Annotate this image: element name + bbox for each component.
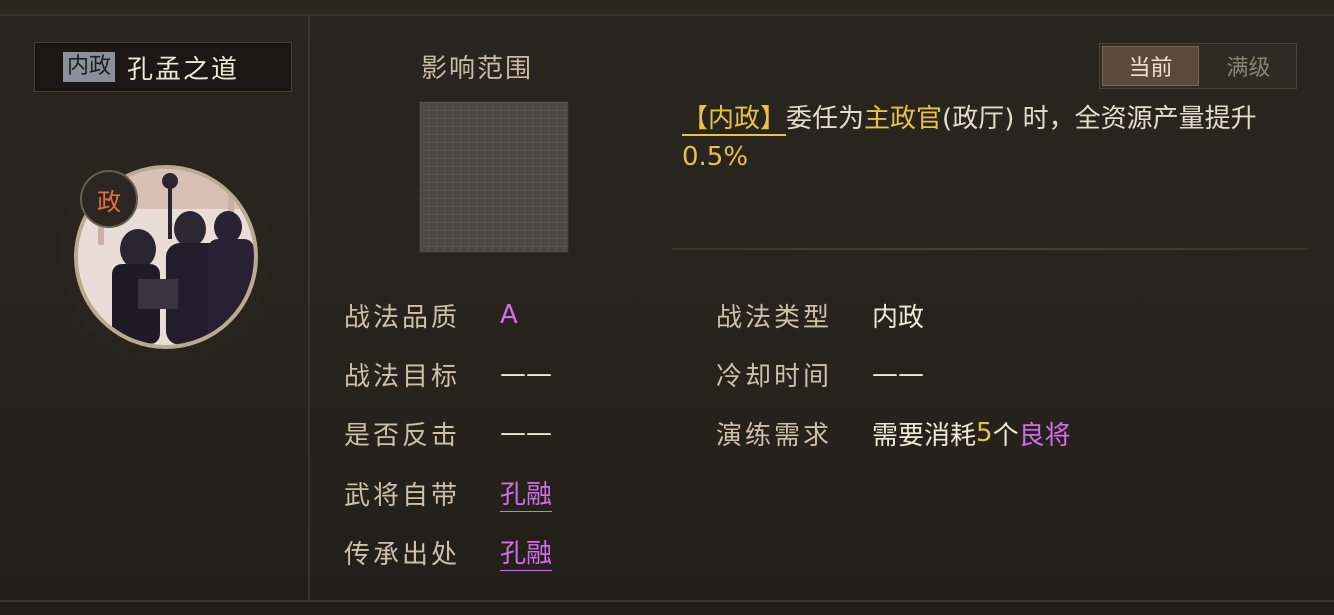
requirement-mid: 个 <box>992 420 1019 451</box>
range-grid <box>419 101 569 253</box>
stat-owner-row: 武将自带 孔融 <box>344 474 553 512</box>
stat-quality-row: 战法品质 A <box>344 296 518 334</box>
stat-label: 武将自带 <box>344 480 461 511</box>
skill-name-box: 内政 孔孟之道 <box>34 42 292 92</box>
owner-general-link[interactable]: 孔融 <box>500 474 553 512</box>
bottom-border <box>0 600 1334 602</box>
requirement-item: 良将 <box>1018 420 1071 451</box>
stat-requirement-row: 演练需求 需要消耗 5 个良将 <box>716 414 1071 452</box>
toggle-current-button[interactable]: 当前 <box>1102 46 1199 86</box>
toggle-max-button[interactable]: 满级 <box>1201 44 1296 88</box>
description-highlight-value: 0.5% <box>682 142 749 172</box>
requirement-count: 5 <box>976 418 993 448</box>
level-toggle: 当前 满级 <box>1099 43 1297 89</box>
description-part2: (政厅) 时，全资源产量提升 <box>942 104 1257 134</box>
stat-counter-row: 是否反击 —— <box>344 414 552 452</box>
stat-cooldown-row: 冷却时间 —— <box>716 355 924 393</box>
range-title: 影响范围 <box>421 54 534 84</box>
stat-value: —— <box>500 359 552 389</box>
stat-label: 战法目标 <box>344 361 461 392</box>
description-part1: 委任为 <box>786 104 865 134</box>
stat-label: 冷却时间 <box>716 361 833 392</box>
stat-label: 是否反击 <box>344 420 461 451</box>
requirement-prefix: 需要消耗 <box>872 420 977 451</box>
skill-name: 孔孟之道 <box>127 54 240 85</box>
stat-source-row: 传承出处 孔融 <box>344 533 553 571</box>
stat-value: A <box>500 300 518 330</box>
source-general-link[interactable]: 孔融 <box>500 533 553 571</box>
stat-label: 战法品质 <box>344 302 461 333</box>
stat-type-row: 战法类型 内政 <box>716 296 924 334</box>
skill-category-badge: 政 <box>80 170 138 228</box>
stat-label: 演练需求 <box>716 420 833 451</box>
skill-type-tag: 内政 <box>63 52 116 82</box>
stat-label: 传承出处 <box>344 539 461 570</box>
stat-value: 内政 <box>872 302 925 333</box>
stat-target-row: 战法目标 —— <box>344 355 552 393</box>
description-tag: 【内政】 <box>682 104 787 136</box>
stat-value: —— <box>872 359 924 389</box>
stat-label: 战法类型 <box>716 302 833 333</box>
panel-divider <box>308 16 310 600</box>
description-highlight-role: 主政官 <box>864 104 943 134</box>
skill-description: 【内政】委任为主政官(政厅) 时，全资源产量提升 0.5% <box>682 100 1322 176</box>
stat-value: —— <box>500 418 552 448</box>
description-divider <box>672 248 1308 250</box>
